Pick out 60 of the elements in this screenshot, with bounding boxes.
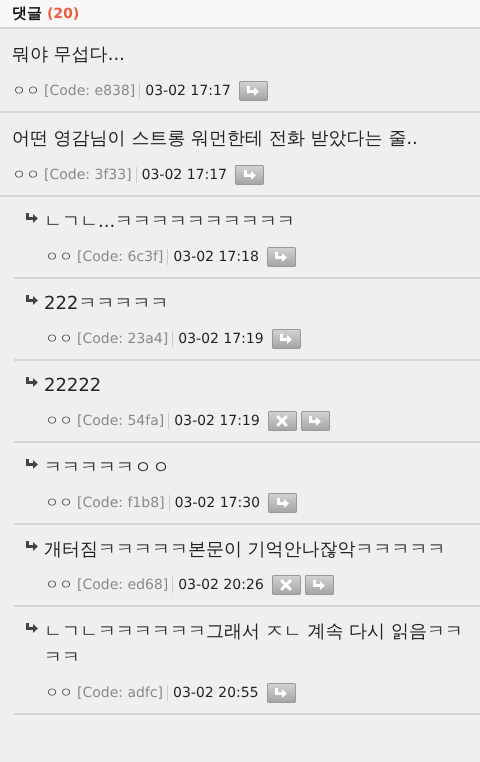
reply-button[interactable] (238, 81, 268, 101)
reply-button[interactable] (266, 683, 296, 703)
reply-arrow-icon (312, 580, 326, 590)
author-code: [Code: 54fa] (77, 413, 170, 429)
author-code: [Code: e838] (44, 83, 140, 99)
author-code: [Code: adfc] (77, 685, 168, 701)
delete-button[interactable] (268, 411, 297, 431)
author-code: [Code: 6c3f] (77, 249, 168, 265)
reply-arrow-icon (26, 295, 38, 306)
comment-author: ㅇㅇ (45, 330, 73, 348)
comments-title: 댓글 (12, 4, 42, 23)
comment-text: 22222 (44, 374, 102, 398)
reply-button[interactable] (272, 329, 301, 349)
comment-author: ㅇㅇ (45, 576, 73, 594)
comment-time: 03-02 17:17 (145, 83, 231, 99)
comment-text: ㄴㄱㄴㅋㅋㅋㅋㅋㅋ그래서 ㅈㄴ 계속 다시 읽음ㅋㅋㅋㅋ (44, 620, 464, 670)
comment-author: ㅇㅇ (12, 82, 40, 100)
author-code: [Code: ed68] (77, 577, 174, 593)
reply-button[interactable] (304, 575, 334, 595)
comment-count: (20) (47, 6, 80, 22)
comment-text: 222ㅋㅋㅋㅋㅋ (44, 292, 168, 316)
comment-author: ㅇㅇ (45, 684, 73, 702)
comment-author: ㅇㅇ (45, 248, 73, 266)
reply-arrow-icon (242, 170, 257, 180)
reply-arrow-icon (308, 416, 322, 426)
comment-text: ㄴㄱㄴ...ㅋㅋㅋㅋㅋㅋㅋㅋㅋㅋ (44, 210, 296, 234)
delete-button[interactable] (272, 575, 301, 595)
reply-button[interactable] (268, 493, 298, 513)
reply-arrow-icon (276, 498, 290, 508)
comment-time: 03-02 17:19 (174, 413, 260, 429)
comment-time: 03-02 17:19 (178, 331, 264, 347)
comment-author: ㅇㅇ (45, 494, 73, 512)
author-code: [Code: 23a4] (77, 331, 174, 347)
reply-arrow-icon (246, 86, 260, 96)
reply-arrow-icon (274, 688, 288, 698)
author-code: [Code: 3f33] (44, 167, 137, 183)
reply-arrow-icon (26, 541, 38, 552)
comment-time: 03-02 20:55 (173, 685, 259, 701)
reply-arrow-icon (274, 252, 288, 262)
comment-text: ㅋㅋㅋㅋㅋㅇㅇ (44, 456, 170, 480)
comment-text: 개터짐ㅋㅋㅋㅋㅋ본문이 기억안나잖악ㅋㅋㅋㅋㅋ (44, 538, 446, 562)
comment-author: ㅇㅇ (12, 166, 40, 184)
comment-time: 03-02 17:30 (174, 495, 260, 511)
close-icon (280, 579, 292, 591)
close-icon (276, 415, 288, 427)
comment-time: 03-02 17:17 (142, 167, 228, 183)
reply-arrow-icon (26, 459, 38, 470)
reply-button[interactable] (235, 165, 264, 185)
reply-arrow-icon (26, 377, 38, 388)
comment-author: ㅇㅇ (45, 412, 73, 430)
reply-button[interactable] (300, 411, 330, 431)
comment-text: 어떤 영감님이 스트롱 워먼한테 전화 받았다는 줄.. (12, 127, 418, 151)
reply-arrow-icon (26, 623, 38, 634)
comment-time: 03-02 17:18 (173, 249, 259, 265)
comment-time: 03-02 20:26 (178, 577, 264, 593)
comment-text: 뭐야 무섭다... (12, 43, 125, 67)
reply-button[interactable] (266, 247, 296, 267)
reply-arrow-icon (279, 334, 294, 344)
author-code: [Code: f1b8] (77, 495, 170, 511)
reply-arrow-icon (26, 213, 38, 224)
